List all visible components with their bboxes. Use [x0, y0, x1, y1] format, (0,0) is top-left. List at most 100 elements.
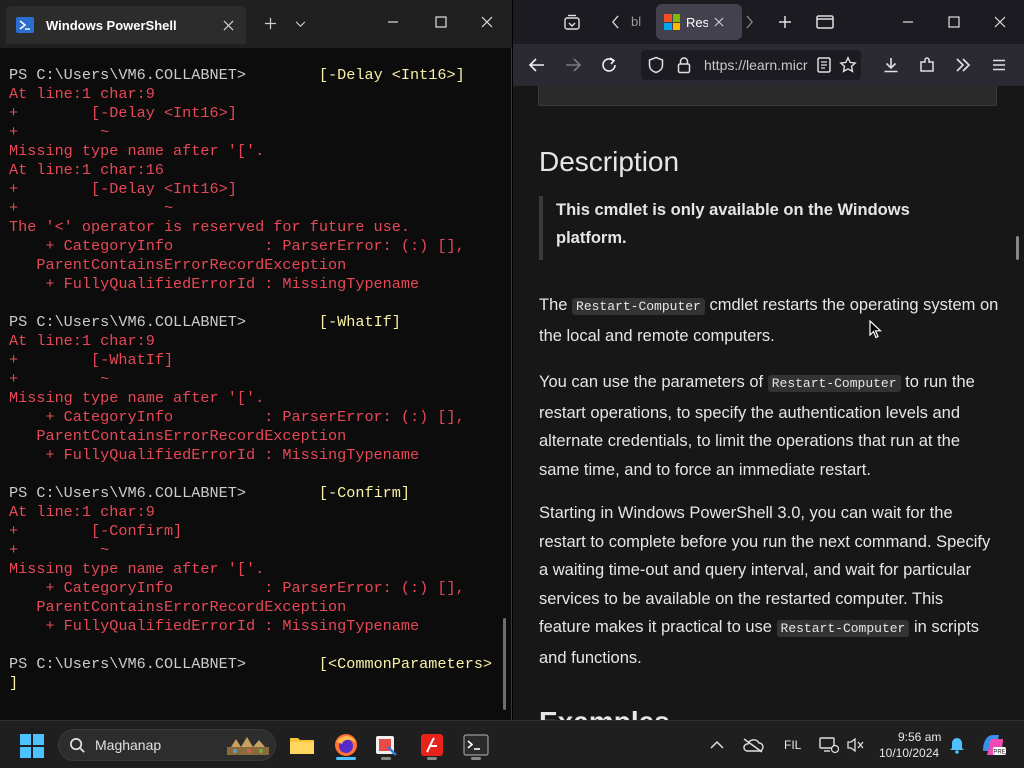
terminal-titlebar: Windows PowerShell: [0, 0, 512, 48]
close-tab-button[interactable]: [714, 15, 724, 30]
taskbar-adobe-app[interactable]: [416, 729, 448, 761]
double-chevron-right-icon: [956, 58, 971, 72]
maximize-button[interactable]: [418, 8, 464, 36]
close-window-button[interactable]: [989, 12, 1011, 32]
copilot-icon: PRE: [983, 735, 1006, 756]
terminal-text: + ~: [9, 123, 110, 141]
terminal-text: Missing type name after '['.: [9, 560, 265, 578]
puzzle-icon: [920, 57, 934, 72]
browser-tabbar: bl Res: [513, 0, 1024, 44]
taskbar-firefox[interactable]: [330, 729, 362, 761]
partial-tab-label[interactable]: bl: [631, 14, 641, 29]
terminal-line: Missing type name after '['.: [9, 142, 504, 161]
terminal-line: ParentContainsErrorRecordException: [9, 427, 504, 446]
reader-view-icon: [817, 57, 831, 73]
taskbar-file-explorer[interactable]: [286, 729, 318, 761]
active-tab[interactable]: Res: [656, 4, 742, 40]
terminal-line: PS C:\Users\VM6.COLLABNET> [-Confirm]: [9, 484, 504, 503]
terminal-line: At line:1 char:9: [9, 503, 504, 522]
terminal-scrollbar[interactable]: [503, 618, 506, 710]
inline-code: Restart-Computer: [776, 620, 910, 637]
show-hidden-icons-button[interactable]: [706, 729, 728, 761]
terminal-line: + ~: [9, 541, 504, 560]
reload-icon: [602, 57, 616, 72]
tray-volume[interactable]: [842, 729, 868, 761]
tray-network[interactable]: [816, 729, 842, 761]
bookmark-button[interactable]: [839, 56, 857, 74]
search-label: Maghanap: [95, 737, 162, 753]
svg-text:PRE: PRE: [993, 750, 1005, 756]
reload-button[interactable]: [599, 55, 619, 75]
notifications-button[interactable]: [944, 729, 970, 761]
input-language[interactable]: FIL: [784, 738, 801, 752]
taskbar-search[interactable]: Maghanap: [58, 729, 276, 761]
taskbar-snipping-tool[interactable]: [370, 729, 402, 761]
terminal-line: The '<' operator is reserved for future …: [9, 218, 504, 237]
back-button[interactable]: [527, 55, 547, 75]
reader-view-button[interactable]: [815, 56, 833, 74]
terminal-line: At line:1 char:9: [9, 85, 504, 104]
start-button[interactable]: [20, 734, 44, 758]
paragraph-3: Starting in Windows PowerShell 3.0, you …: [539, 499, 999, 672]
taskbar-terminal[interactable]: [460, 729, 492, 761]
folder-icon: [290, 738, 314, 754]
url-text[interactable]: https://learn.micr: [704, 57, 812, 73]
terminal-output[interactable]: PS C:\Users\VM6.COLLABNET> [-Delay <Int1…: [9, 66, 504, 716]
star-icon: [839, 56, 857, 73]
note-text: This cmdlet is only available on the Win…: [556, 201, 910, 247]
close-tab-button[interactable]: [214, 11, 242, 39]
terminal-tab-title: Windows PowerShell: [46, 17, 177, 33]
page-content[interactable]: Description This cmdlet is only availabl…: [513, 86, 1024, 720]
new-tab-button[interactable]: [775, 12, 795, 32]
url-bar[interactable]: https://learn.micr: [641, 50, 861, 80]
close-icon: [481, 16, 493, 28]
paragraph-text: The: [539, 296, 573, 314]
firefox-view-button[interactable]: [561, 12, 583, 34]
clock-date[interactable]: 10/10/2024: [879, 746, 939, 760]
terminal-line: PS C:\Users\VM6.COLLABNET> [-Delay <Int1…: [9, 66, 504, 85]
extensions-button[interactable]: [917, 55, 937, 75]
scroll-tabs-left-button[interactable]: [607, 12, 623, 32]
site-info-button[interactable]: [675, 56, 693, 74]
more-tools-button[interactable]: [953, 55, 973, 75]
terminal-line: At line:1 char:9: [9, 332, 504, 351]
minimize-button[interactable]: [370, 8, 416, 36]
tracking-protection-button[interactable]: [647, 56, 665, 74]
terminal-text: [<CommonParameters>: [245, 655, 493, 673]
downloads-button[interactable]: [881, 55, 901, 75]
running-app-indicator: [471, 757, 481, 760]
new-tab-button[interactable]: [258, 12, 282, 36]
scroll-tabs-right-button[interactable]: [741, 12, 757, 32]
page-scrollbar[interactable]: [1016, 236, 1019, 260]
tray-onedrive[interactable]: [740, 729, 766, 761]
terminal-text: + ~: [9, 541, 110, 559]
firefox-view-icon: [564, 14, 580, 30]
forward-button[interactable]: [563, 55, 583, 75]
app-menu-button[interactable]: [989, 55, 1009, 75]
tab-dropdown-button[interactable]: [288, 12, 312, 36]
mouse-cursor-icon: [869, 320, 883, 339]
minimize-button[interactable]: [897, 12, 919, 32]
list-all-tabs-button[interactable]: [814, 12, 836, 32]
terminal-line: + CategoryInfo : ParserError: (:) [],: [9, 579, 504, 598]
chevron-right-icon: [745, 15, 753, 29]
plus-icon: [779, 16, 791, 28]
running-app-indicator: [427, 757, 437, 760]
terminal-text: + CategoryInfo : ParserError: (:) [],: [9, 237, 465, 255]
network-icon: [819, 737, 839, 754]
terminal-text: + CategoryInfo : ParserError: (:) [],: [9, 579, 465, 597]
copilot-button[interactable]: PRE: [976, 729, 1010, 761]
clock-time[interactable]: 9:56 am: [898, 730, 941, 744]
search-highlight-icon: [227, 737, 269, 755]
close-window-button[interactable]: [464, 8, 510, 36]
terminal-text: + FullyQualifiedErrorId : MissingTypenam…: [9, 617, 420, 635]
note-callout: This cmdlet is only available on the Win…: [539, 196, 979, 260]
chevron-up-icon: [710, 740, 724, 749]
volume-muted-icon: [847, 737, 864, 753]
terminal-tab[interactable]: Windows PowerShell: [6, 6, 246, 44]
maximize-button[interactable]: [943, 12, 965, 32]
terminal-line: ParentContainsErrorRecordException: [9, 256, 504, 275]
lock-icon: [677, 57, 691, 74]
